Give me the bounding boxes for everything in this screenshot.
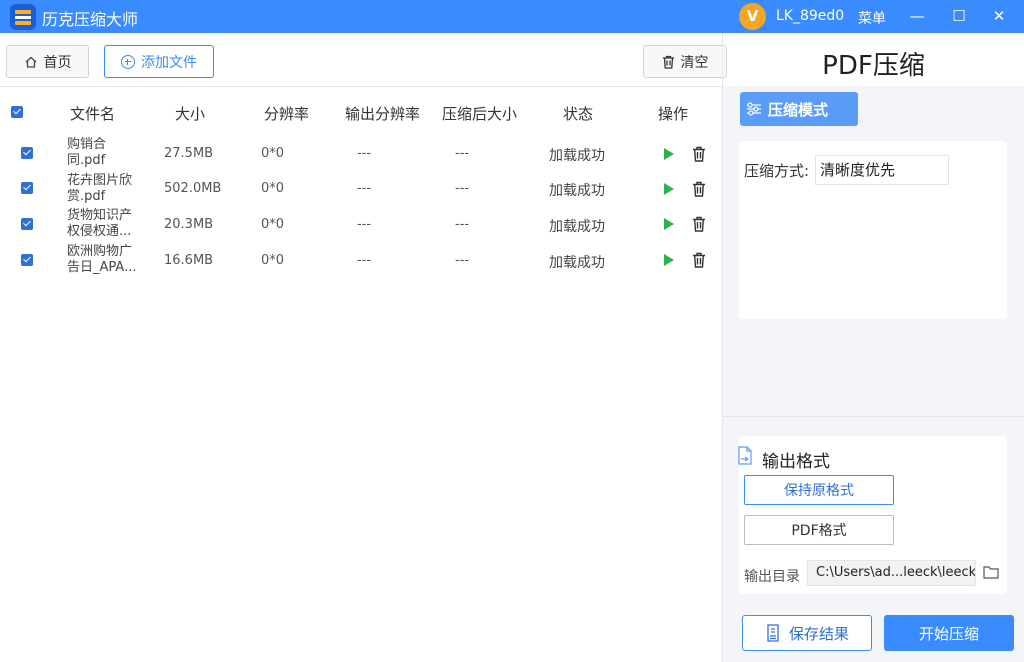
row-checkbox[interactable] <box>21 147 33 159</box>
vip-badge[interactable]: V <box>739 3 766 30</box>
compression-mode-label: 压缩模式 <box>768 100 829 119</box>
output-dir-field[interactable]: C:\Users\ad...leeck\leeck <box>807 560 976 586</box>
row-checkbox[interactable] <box>21 182 33 194</box>
output-format-title: 输出格式 <box>762 452 830 472</box>
compressed-size: --- <box>455 253 470 268</box>
document-icon <box>738 446 752 465</box>
app-title: 历克压缩大师 <box>42 10 139 29</box>
section-divider <box>723 416 1024 417</box>
home-button[interactable]: 首页 <box>6 45 89 78</box>
trash-icon <box>662 55 674 69</box>
file-size: 16.6MB <box>164 253 214 268</box>
output-resolution: --- <box>357 181 372 196</box>
file-size: 27.5MB <box>164 146 214 161</box>
compression-mode-tab[interactable]: 压缩模式 <box>740 92 858 126</box>
clear-label: 清空 <box>680 54 709 71</box>
settings-sliders-icon <box>747 102 761 116</box>
play-icon[interactable] <box>664 183 674 195</box>
header-actions: 操作 <box>658 105 689 123</box>
add-file-button[interactable]: 添加文件 <box>104 45 214 78</box>
pdf-format-button[interactable]: PDF格式 <box>744 515 894 545</box>
file-name: 购销合 同.pdf <box>67 137 107 168</box>
trash-icon[interactable] <box>692 146 706 162</box>
menu-button[interactable]: 菜单 <box>858 8 886 28</box>
header-filename: 文件名 <box>70 105 116 123</box>
file-status: 加载成功 <box>549 219 605 235</box>
save-icon <box>767 624 779 642</box>
username[interactable]: LK_89ed0 <box>776 8 844 24</box>
file-size: 20.3MB <box>164 217 214 232</box>
save-results-label: 保存结果 <box>788 624 849 643</box>
header-size: 大小 <box>175 105 206 123</box>
file-size: 502.0MB <box>164 181 222 196</box>
file-status: 加载成功 <box>549 148 605 164</box>
output-resolution: --- <box>357 146 372 161</box>
play-icon[interactable] <box>664 218 674 230</box>
output-dir-label: 输出目录 <box>744 569 800 585</box>
compressed-size: --- <box>455 217 470 232</box>
folder-icon[interactable] <box>983 565 999 579</box>
file-resolution: 0*0 <box>261 217 285 232</box>
plus-circle-icon <box>121 54 135 69</box>
output-resolution: --- <box>357 217 372 232</box>
clear-button[interactable]: 清空 <box>643 45 727 78</box>
compressed-size: --- <box>455 146 470 161</box>
file-status: 加载成功 <box>549 255 605 271</box>
maximize-button[interactable]: ☐ <box>945 4 973 28</box>
file-resolution: 0*0 <box>261 181 285 196</box>
trash-icon[interactable] <box>692 252 706 268</box>
file-resolution: 0*0 <box>261 146 285 161</box>
add-file-label: 添加文件 <box>141 54 197 71</box>
file-status: 加载成功 <box>549 183 605 199</box>
play-icon[interactable] <box>664 254 674 266</box>
toolbar-divider <box>0 86 722 87</box>
trash-icon[interactable] <box>692 216 706 232</box>
save-results-button[interactable]: 保存结果 <box>742 615 872 651</box>
compressed-size: --- <box>455 181 470 196</box>
row-checkbox[interactable] <box>21 254 33 266</box>
play-icon[interactable] <box>664 148 674 160</box>
file-name: 欧洲购物广 告日_APA... <box>67 244 137 275</box>
select-all-checkbox[interactable] <box>11 106 23 118</box>
header-compressed-size: 压缩后大小 <box>442 105 518 123</box>
keep-format-button[interactable]: 保持原格式 <box>744 475 894 505</box>
close-button[interactable]: ✕ <box>985 4 1013 28</box>
panel-title: PDF压缩 <box>822 51 925 81</box>
trash-icon[interactable] <box>692 181 706 197</box>
output-resolution: --- <box>357 253 372 268</box>
header-output-resolution: 输出分辨率 <box>345 105 421 123</box>
file-name: 货物知识产 权侵权通... <box>67 208 133 239</box>
file-resolution: 0*0 <box>261 253 285 268</box>
home-label: 首页 <box>43 54 72 71</box>
minimize-button[interactable]: — <box>903 4 931 28</box>
compression-method-label: 压缩方式: <box>744 162 810 180</box>
home-icon <box>25 56 36 68</box>
app-logo-icon <box>10 4 36 30</box>
compression-method-select[interactable]: 清晰度优先 <box>815 155 949 185</box>
header-status: 状态 <box>563 105 594 123</box>
file-name: 花卉图片欣 赏.pdf <box>67 173 133 204</box>
row-checkbox[interactable] <box>21 218 33 230</box>
title-bar: 历克压缩大师 V LK_89ed0 菜单 — ☐ ✕ <box>0 0 1024 33</box>
start-compress-button[interactable]: 开始压缩 <box>884 615 1014 651</box>
header-resolution: 分辨率 <box>264 105 310 123</box>
